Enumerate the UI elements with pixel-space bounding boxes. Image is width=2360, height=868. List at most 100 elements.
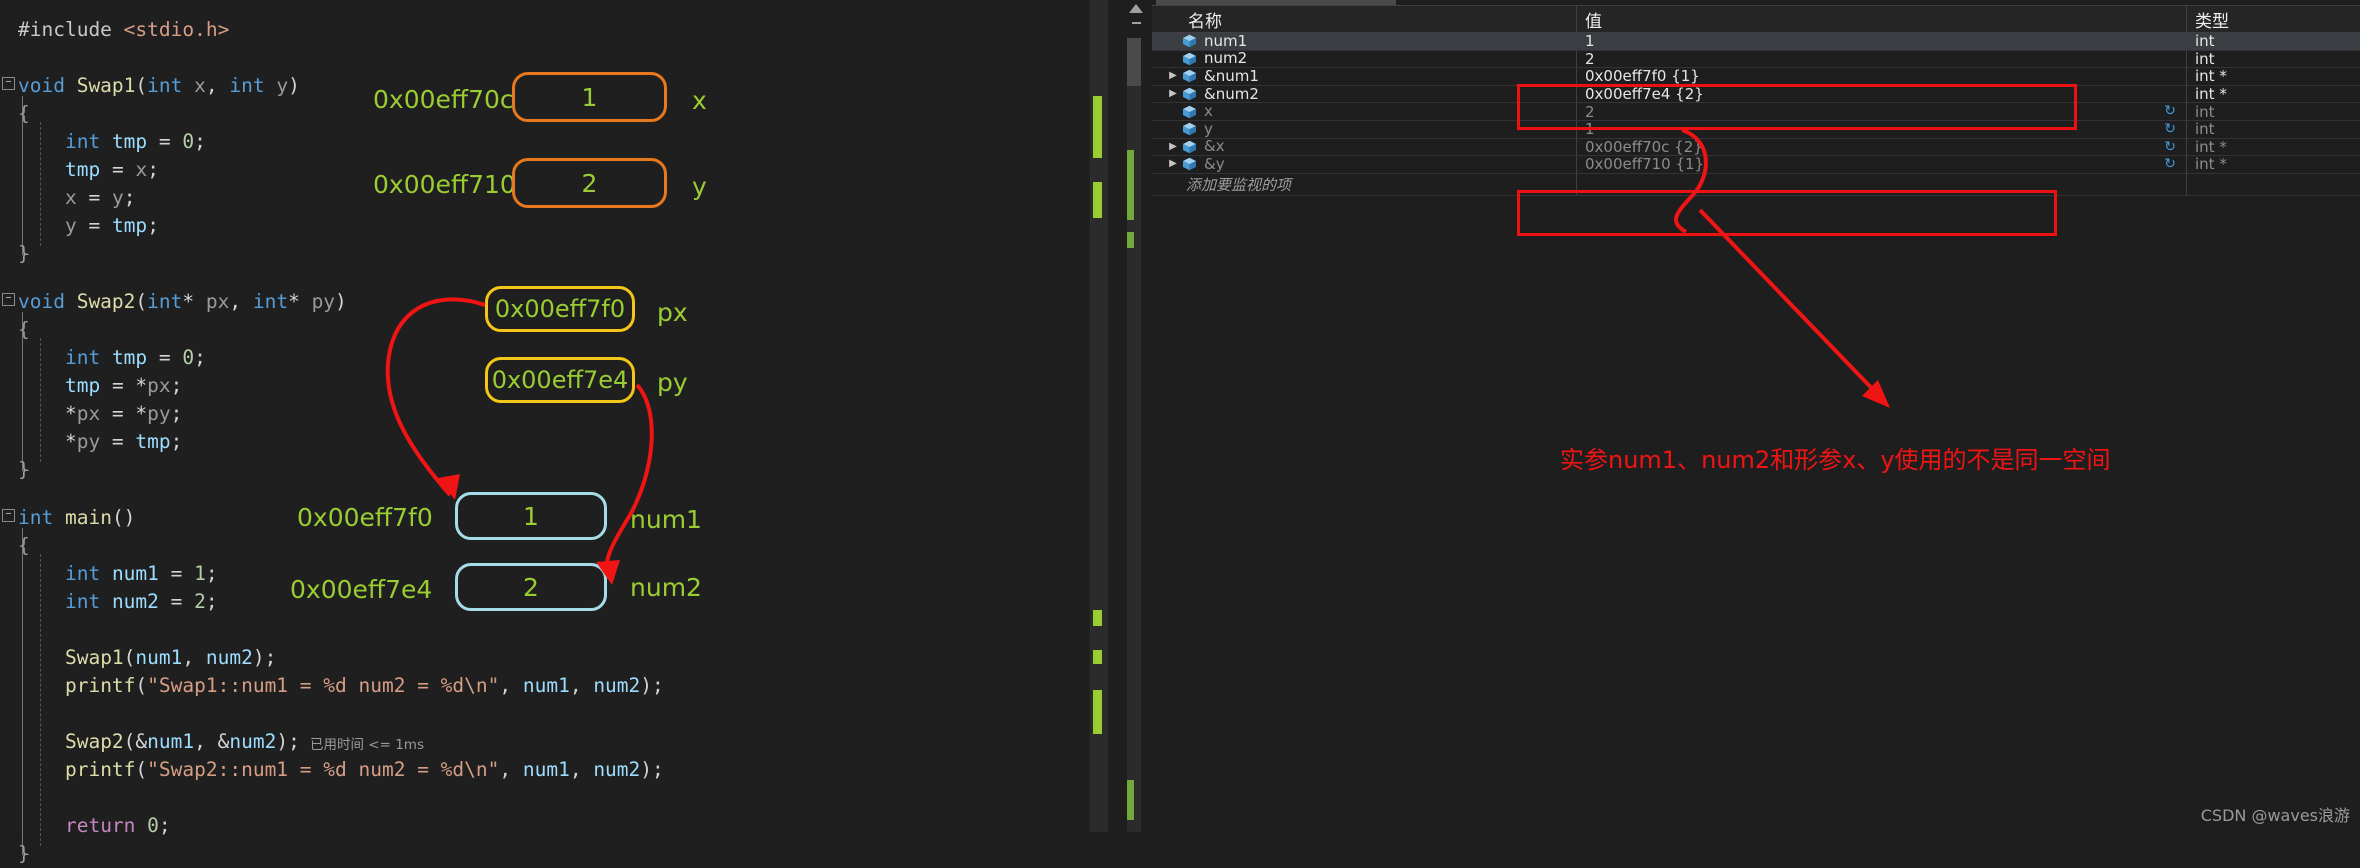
watch-row[interactable]: ▶ &num2 0x00eff7e4 {2} int * — [1152, 85, 2360, 104]
watch-row[interactable]: ▶num1 1 int — [1152, 33, 2360, 51]
code-line[interactable]: int num2 = 2; — [18, 588, 218, 616]
code-token: Swap2 — [64, 730, 124, 753]
scroll-up-arrow-icon[interactable] — [1129, 4, 1143, 13]
watch-rows[interactable]: ▶num11int▶num22int▶&num10x00eff7f0 {1}in… — [1152, 33, 2360, 174]
chevron-right-icon[interactable]: ▶ — [1166, 141, 1180, 152]
code-editor[interactable]: − − − #include <stdio.h> void Swap1(int x… — [0, 0, 1090, 865]
watch-row[interactable]: ▶ &y 0x00eff710 {1} ↻ int * — [1152, 156, 2360, 174]
code-line[interactable]: void Swap2(int* px, int* py) — [18, 288, 347, 316]
code-line[interactable]: Swap2(&num1, &num2); — [18, 728, 300, 756]
code-line[interactable]: { — [18, 100, 30, 128]
watch-row-name-cell[interactable]: ▶ &num1 — [1152, 68, 1577, 85]
code-token: { — [18, 534, 30, 557]
code-line[interactable]: #include <stdio.h> — [18, 16, 229, 44]
code-line[interactable]: Swap1(num1, num2); — [18, 644, 276, 672]
watch-row-name-cell[interactable]: ▶ &num2 — [1152, 85, 1577, 103]
watch-row-type: int * — [2195, 156, 2227, 173]
watch-row-value-cell[interactable]: 0x00eff710 {1} ↻ — [1577, 156, 2187, 173]
watch-row-value-cell[interactable]: 2 ↻ — [1577, 103, 2187, 120]
watch-row-value-cell[interactable]: 0x00eff7f0 {1} — [1577, 68, 2187, 85]
code-line[interactable]: tmp = x; — [18, 156, 159, 184]
watch-row-value-cell[interactable]: 0x00eff7e4 {2} — [1577, 85, 2187, 103]
watch-vertical-scrollbar[interactable] — [1122, 0, 1152, 832]
watch-row-type: int — [2195, 120, 2215, 138]
add-watch-type-cell[interactable] — [2187, 174, 2357, 195]
add-watch-row[interactable]: 添加要监视的项 — [1152, 173, 2360, 196]
code-line[interactable]: } — [18, 240, 30, 268]
watch-window[interactable]: 名称 值 类型 ▶num11int▶num22int▶&num10x00eff7… — [1122, 0, 2360, 832]
fold-toggle-swap2[interactable]: − — [2, 293, 15, 306]
code-token: int — [229, 74, 277, 97]
watch-row-type-cell: int — [2187, 33, 2357, 50]
code-line[interactable]: void Swap1(int x, int y) — [18, 72, 300, 100]
code-token: printf — [64, 674, 136, 697]
watch-row-value-cell[interactable]: 1 — [1577, 33, 2187, 50]
watch-row-name-cell[interactable]: ▶num1 — [1152, 33, 1577, 50]
watch-row-type-cell: int — [2187, 103, 2357, 120]
watch-row[interactable]: ▶y1↻ int — [1152, 120, 2360, 139]
code-line[interactable]: printf("Swap1::num1 = %d num2 = %d\n", n… — [18, 672, 664, 700]
add-watch-value-cell[interactable] — [1577, 173, 2187, 195]
fold-toggle-main[interactable]: − — [2, 509, 15, 522]
watch-row-name-cell[interactable]: ▶ &x — [1152, 138, 1577, 156]
refresh-icon[interactable]: ↻ — [2164, 139, 2176, 155]
watch-scroll-thumb[interactable] — [1127, 38, 1141, 86]
code-line[interactable]: int tmp = 0; — [18, 344, 206, 372]
watch-row-type: int * — [2195, 138, 2227, 156]
watch-row-name-cell[interactable]: ▶y — [1152, 120, 1577, 138]
code-line[interactable]: y = tmp; — [18, 212, 159, 240]
watch-row-name-cell[interactable]: ▶x — [1152, 103, 1577, 120]
code-line[interactable]: { — [18, 316, 30, 344]
refresh-icon[interactable]: ↻ — [2164, 157, 2176, 172]
code-line[interactable]: printf("Swap2::num1 = %d num2 = %d\n", n… — [18, 756, 664, 784]
code-line[interactable]: } — [18, 840, 30, 868]
code-line[interactable]: return 0; — [18, 812, 171, 840]
fold-toggle-swap1[interactable]: − — [2, 77, 15, 90]
code-line[interactable]: } — [18, 456, 30, 484]
column-header-name[interactable]: 名称 — [1152, 6, 1577, 32]
code-line[interactable]: int tmp = 0; — [18, 128, 206, 156]
y-address-label: 0x00eff710 — [373, 170, 516, 199]
code-line[interactable]: *py = tmp; — [18, 428, 182, 456]
code-token: num1 — [522, 674, 570, 697]
code-token: "Swap2::num1 = %d num2 = %d\n" — [147, 758, 500, 781]
watch-row-name-cell[interactable]: ▶ &y — [1152, 156, 1577, 173]
code-line[interactable]: *px = *py; — [18, 400, 182, 428]
watch-table[interactable]: 名称 值 类型 ▶num11int▶num22int▶&num10x00eff7… — [1152, 5, 2360, 196]
code-token: ; — [147, 214, 159, 237]
chevron-right-icon[interactable]: ▶ — [1166, 89, 1180, 99]
watch-row-value-cell[interactable]: 2 — [1577, 50, 2187, 68]
watch-row-value-cell[interactable]: 0x00eff70c {2} ↻ — [1577, 138, 2187, 156]
watch-change-mark — [1127, 150, 1134, 220]
watch-row-name-cell[interactable]: ▶num2 — [1152, 50, 1577, 68]
add-watch-placeholder[interactable]: 添加要监视的项 — [1152, 173, 1577, 195]
chevron-right-icon[interactable]: ▶ — [1166, 159, 1180, 169]
column-header-value[interactable]: 值 — [1577, 6, 2187, 32]
watch-row[interactable]: ▶x2↻int — [1152, 103, 2360, 121]
chevron-right-icon[interactable]: ▶ — [1166, 71, 1180, 81]
num2-value-box: 2 — [455, 563, 607, 611]
watch-row-value-cell[interactable]: 1 ↻ — [1577, 120, 2187, 138]
watch-row[interactable]: ▶num2 2 int — [1152, 50, 2360, 69]
watch-row[interactable]: ▶ &x 0x00eff70c {2} ↻ int * — [1152, 138, 2360, 157]
scroll-collapse-icon[interactable] — [1132, 22, 1141, 24]
refresh-icon[interactable]: ↻ — [2164, 121, 2176, 137]
column-header-type[interactable]: 类型 — [2187, 6, 2357, 32]
watch-row-name: &x — [1204, 138, 1225, 156]
code-line[interactable]: int main() — [18, 504, 135, 532]
watch-row[interactable]: ▶ &num1 0x00eff7f0 {1} int * — [1152, 68, 2360, 86]
code-line[interactable]: tmp = *px; — [18, 372, 182, 400]
code-token: int — [147, 290, 183, 313]
editor-vertical-scrollbar[interactable] — [1090, 0, 1108, 832]
code-line[interactable]: int num1 = 1; — [18, 560, 218, 588]
refresh-icon[interactable]: ↻ — [2164, 104, 2176, 119]
code-token: void — [18, 74, 77, 97]
code-token: = — [100, 158, 136, 181]
code-line[interactable]: x = y; — [18, 184, 135, 212]
code-token: tmp — [64, 374, 101, 397]
x-value-box: 1 — [512, 72, 667, 122]
num2-variable-label: num2 — [630, 573, 702, 602]
code-line[interactable]: { — [18, 532, 30, 560]
